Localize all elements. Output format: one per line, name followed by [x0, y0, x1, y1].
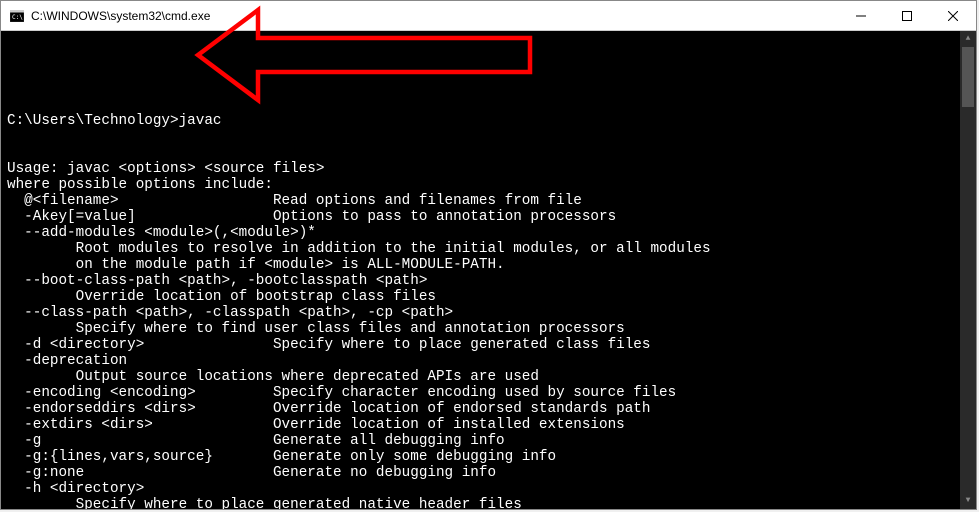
- output-line: -extdirs <dirs> Override location of ins…: [7, 417, 970, 433]
- scroll-up-icon[interactable]: ▲: [960, 31, 976, 47]
- output-line: Usage: javac <options> <source files>: [7, 161, 970, 177]
- output-line: on the module path if <module> is ALL-MO…: [7, 257, 970, 273]
- output-line: --add-modules <module>(,<module>)*: [7, 225, 970, 241]
- output-line: Specify where to find user class files a…: [7, 321, 970, 337]
- terminal-output[interactable]: C:\Users\Technology>javac Usage: javac <…: [1, 31, 976, 509]
- output-line: Override location of bootstrap class fil…: [7, 289, 970, 305]
- output-line: --boot-class-path <path>, -bootclasspath…: [7, 273, 970, 289]
- output-line: Output source locations where deprecated…: [7, 369, 970, 385]
- window-controls: [838, 1, 976, 30]
- cmd-icon: C:\: [9, 8, 25, 24]
- output-line: @<filename> Read options and filenames f…: [7, 193, 970, 209]
- titlebar: C:\ C:\WINDOWS\system32\cmd.exe: [1, 1, 976, 31]
- output-line: where possible options include:: [7, 177, 970, 193]
- output-line: --class-path <path>, -classpath <path>, …: [7, 305, 970, 321]
- prompt-line: C:\Users\Technology>javac: [7, 113, 970, 129]
- window-title: C:\WINDOWS\system32\cmd.exe: [31, 9, 838, 23]
- close-button[interactable]: [930, 1, 976, 30]
- output-line: -g:{lines,vars,source} Generate only som…: [7, 449, 970, 465]
- output-line: -g:none Generate no debugging info: [7, 465, 970, 481]
- minimize-button[interactable]: [838, 1, 884, 30]
- cmd-window: C:\ C:\WINDOWS\system32\cmd.exe C:\Users…: [0, 0, 977, 510]
- scrollbar[interactable]: ▲ ▼: [960, 31, 976, 509]
- output-line: -deprecation: [7, 353, 970, 369]
- output-line: -g Generate all debugging info: [7, 433, 970, 449]
- output-line: -encoding <encoding> Specify character e…: [7, 385, 970, 401]
- output-line: -endorseddirs <dirs> Override location o…: [7, 401, 970, 417]
- output-line: -h <directory>: [7, 481, 970, 497]
- output-line: Root modules to resolve in addition to t…: [7, 241, 970, 257]
- scroll-thumb[interactable]: [962, 47, 974, 107]
- output-line: -d <directory> Specify where to place ge…: [7, 337, 970, 353]
- svg-text:C:\: C:\: [12, 14, 23, 21]
- scroll-down-icon[interactable]: ▼: [960, 493, 976, 509]
- output-line: -Akey[=value] Options to pass to annotat…: [7, 209, 970, 225]
- maximize-button[interactable]: [884, 1, 930, 30]
- output-line: Specify where to place generated native …: [7, 497, 970, 509]
